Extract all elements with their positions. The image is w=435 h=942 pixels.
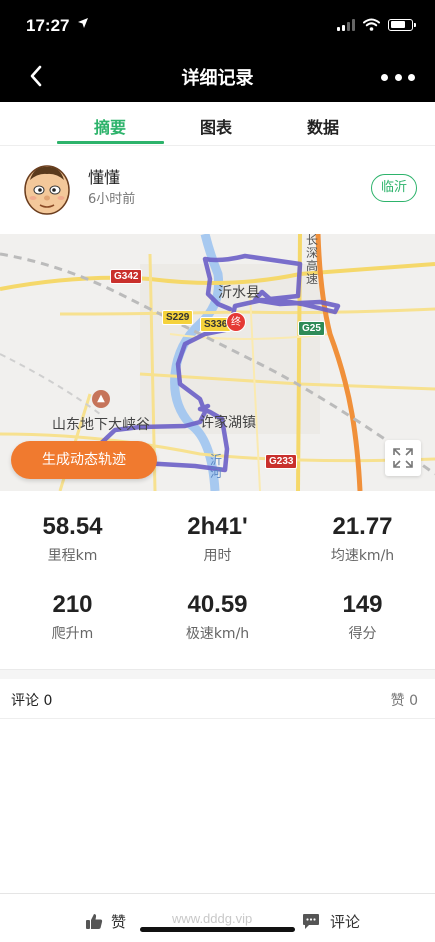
stat-score: 149 得分 <box>290 591 435 643</box>
comment-label: 评论 <box>330 913 361 931</box>
map-label-county: 沂水县 <box>218 285 260 301</box>
like-button[interactable]: 赞 <box>85 911 126 932</box>
expand-map-button[interactable] <box>385 440 421 476</box>
status-time: 17:27 <box>26 16 70 35</box>
road-badge-g233: G233 <box>265 454 298 469</box>
city-badge[interactable]: 临沂 <box>370 174 417 202</box>
stat-max-speed: 40.59 极速km/h <box>145 591 290 643</box>
status-icons <box>337 18 416 31</box>
user-row: 懂懂 6小时前 临沂 <box>0 146 435 234</box>
comment-count: 评论 0 <box>11 693 53 709</box>
stat-climb: 210 爬升m <box>0 591 145 643</box>
stat-value: 58.54 <box>42 513 103 540</box>
home-indicator <box>140 927 295 932</box>
more-button[interactable] <box>381 66 415 88</box>
like-label: 赞 <box>111 913 127 931</box>
stat-label: 爬升m <box>51 626 94 642</box>
thumbs-up-icon <box>86 914 103 929</box>
tab-bar: 摘要 图表 数据 <box>0 102 435 146</box>
wifi-icon <box>363 18 380 31</box>
user-name[interactable]: 懂懂 <box>88 164 120 188</box>
stat-value: 2h41' <box>187 513 248 540</box>
record-time: 6小时前 <box>88 192 136 207</box>
fullscreen-icon <box>393 448 413 468</box>
stat-value: 210 <box>52 591 93 618</box>
generate-animation-button[interactable]: 生成动态轨迹 <box>11 441 157 479</box>
stat-duration: 2h41' 用时 <box>145 513 290 565</box>
stat-label: 均速km/h <box>330 548 395 564</box>
stat-avg-speed: 21.77 均速km/h <box>290 513 435 565</box>
map-label-town: 许家湖镇 <box>200 415 256 431</box>
battery-icon <box>388 18 416 31</box>
stat-value: 21.77 <box>332 513 393 540</box>
comment-button[interactable]: 评论 <box>302 911 360 932</box>
poi-icon: ▲ <box>92 390 110 408</box>
stat-value: 40.59 <box>187 591 248 618</box>
stat-label: 得分 <box>348 626 377 642</box>
like-count[interactable]: 赞 0 <box>391 690 418 710</box>
map-label-river: 沂河 <box>210 453 223 480</box>
active-tab-indicator <box>57 141 164 144</box>
map-label-expressway: 长深高速 <box>306 234 319 286</box>
section-divider <box>0 669 435 679</box>
tab-summary[interactable]: 摘要 <box>70 114 150 138</box>
page-title: 详细记录 <box>181 68 254 89</box>
stat-value: 149 <box>342 591 383 618</box>
tab-data[interactable]: 数据 <box>283 114 363 138</box>
comment-icon <box>303 914 319 929</box>
road-badge-g342: G342 <box>110 269 143 284</box>
stats-panel: 58.54 里程km 2h41' 用时 21.77 均速km/h 210 爬升m… <box>0 491 435 669</box>
tab-charts[interactable]: 图表 <box>176 114 256 138</box>
signal-icon <box>337 18 355 31</box>
stat-distance: 58.54 里程km <box>0 513 145 565</box>
comments-header: 评论 0 赞 0 <box>0 679 435 719</box>
stat-label: 极速km/h <box>185 626 250 642</box>
map-label-poi: 山东地下大峡谷 <box>52 417 150 433</box>
top-header: 17:27 详细记录 <box>0 0 435 102</box>
road-badge-s229: S229 <box>162 310 194 325</box>
stat-label: 用时 <box>203 548 232 564</box>
avatar[interactable] <box>20 160 74 218</box>
location-arrow-icon <box>77 17 89 33</box>
watermark: www.dddg.vip <box>172 911 253 926</box>
road-badge-g25: G25 <box>298 321 325 336</box>
route-end-marker: 终 <box>226 312 246 332</box>
stat-label: 里程km <box>47 548 98 564</box>
